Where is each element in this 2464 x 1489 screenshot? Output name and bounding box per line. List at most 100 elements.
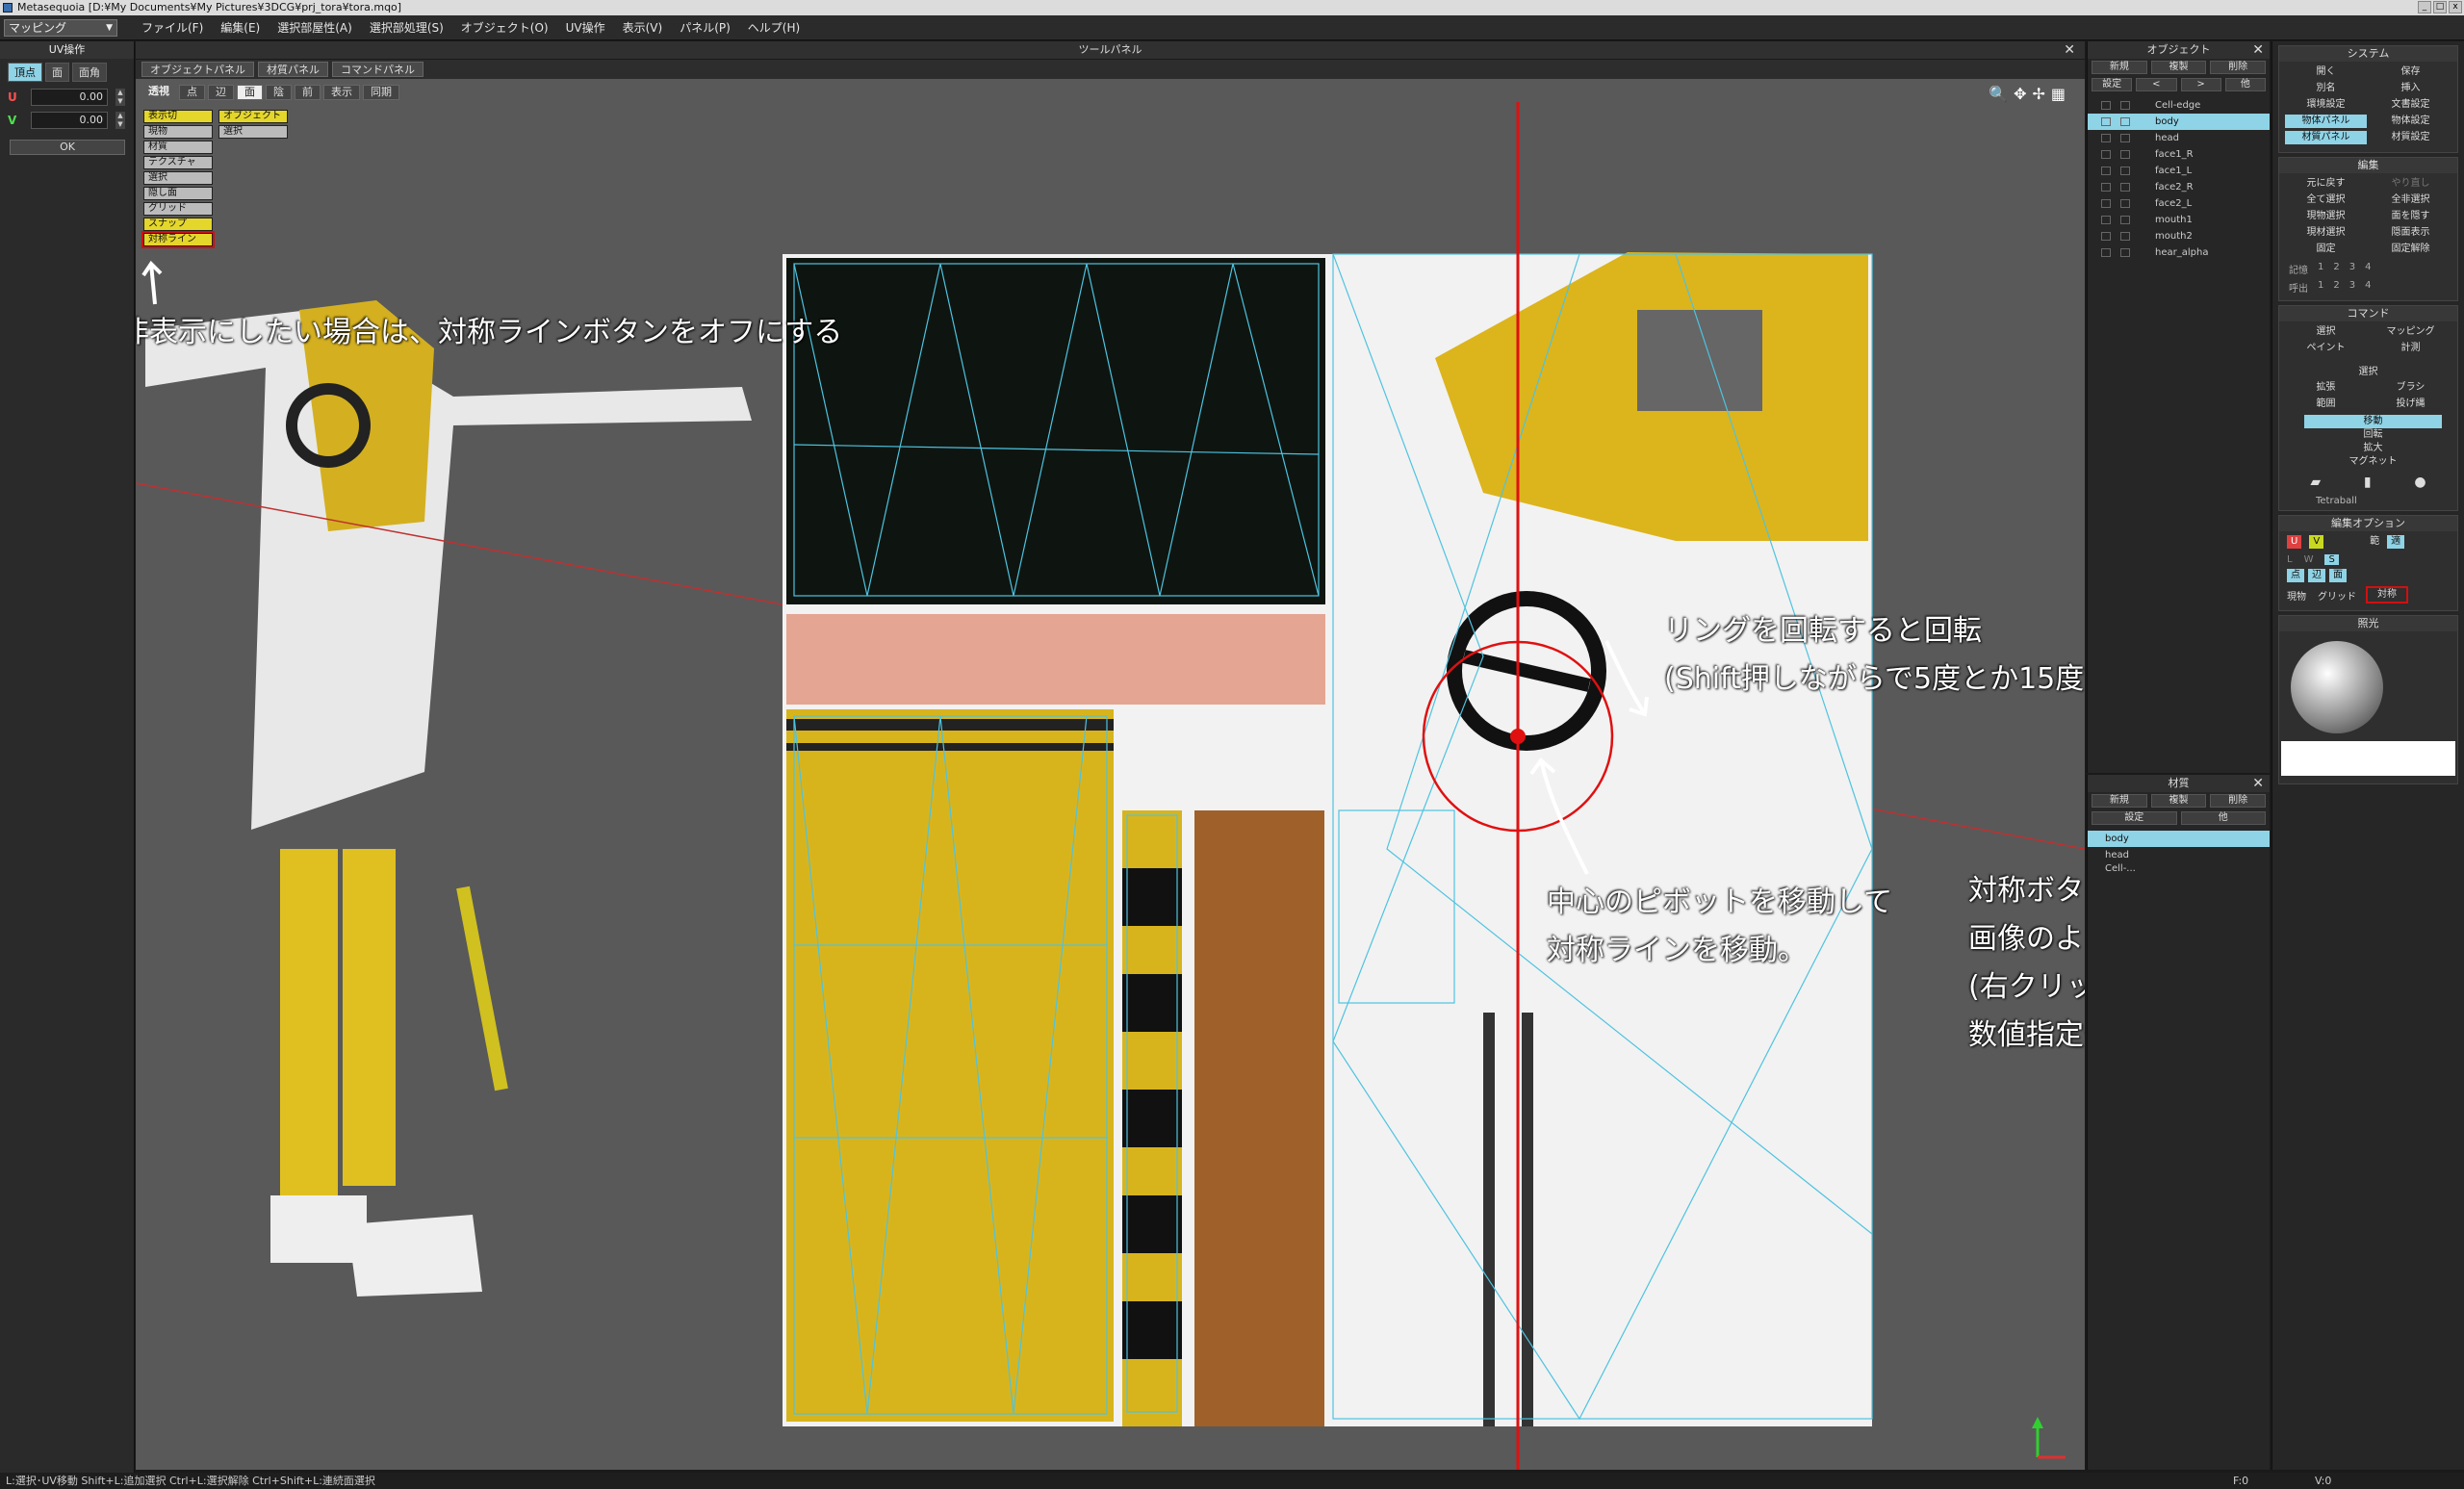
object-other-button[interactable]: 他 <box>2224 78 2266 91</box>
current-object-toggle[interactable]: 現物 <box>2287 588 2306 603</box>
object-duplicate-button[interactable]: 複製 <box>2150 61 2207 74</box>
select-lasso[interactable]: 投げ縄 <box>2370 398 2451 411</box>
select-all-button[interactable]: 全て選択 <box>2285 193 2367 207</box>
memory-slot[interactable]: 3 <box>2349 262 2355 276</box>
command-mapping[interactable]: マッピング <box>2370 325 2451 339</box>
redo-button[interactable]: やり直し <box>2370 177 2451 191</box>
range-toggle[interactable]: 範 <box>2370 535 2379 549</box>
layer-toggle-hidden[interactable]: 隠し面 <box>143 187 213 200</box>
unlock-button[interactable]: 固定解除 <box>2370 243 2451 256</box>
memory-slot[interactable]: 3 <box>2349 280 2355 295</box>
list-item[interactable]: mouth1 <box>2088 212 2270 228</box>
memory-slot[interactable]: 2 <box>2333 280 2339 295</box>
select-range[interactable]: 範囲 <box>2285 398 2367 411</box>
close-button[interactable]: x <box>2449 1 2462 13</box>
layer-toggle-object[interactable]: オブジェクト <box>218 110 288 123</box>
show-hidden-faces-button[interactable]: 隠面表示 <box>2370 226 2451 240</box>
cylinder-shape-icon[interactable]: ▮ <box>2364 475 2372 490</box>
menu-panel[interactable]: パネル(P) <box>671 19 739 36</box>
layer-toggle-texture[interactable]: テクスチャ <box>143 156 213 169</box>
command-rotate[interactable]: 回転 <box>2304 428 2442 442</box>
menu-uv[interactable]: UV操作 <box>557 19 614 36</box>
object-new-button[interactable]: 新規 <box>2092 61 2147 74</box>
menu-view[interactable]: 表示(V) <box>614 19 672 36</box>
list-item[interactable]: mouth2 <box>2088 228 2270 244</box>
list-item[interactable]: Cell-edge <box>2088 97 2270 114</box>
close-icon[interactable]: ✕ <box>2252 775 2264 792</box>
menu-object[interactable]: オブジェクト(O) <box>452 19 557 36</box>
command-measure[interactable]: 計測 <box>2370 342 2451 355</box>
vertex-mode-toggle[interactable]: 点 <box>2287 569 2304 582</box>
v-input[interactable]: 0.00 <box>31 112 108 129</box>
menu-file[interactable]: ファイル(F) <box>133 19 212 36</box>
u-stepper[interactable]: ▲ ▼ <box>116 89 125 106</box>
list-item[interactable]: face1_R <box>2088 146 2270 163</box>
view-btn-shade[interactable]: 陰 <box>266 85 292 100</box>
face-mode-toggle[interactable]: 面 <box>2329 569 2347 582</box>
select-extend[interactable]: 拡張 <box>2285 381 2367 395</box>
list-item[interactable]: body <box>2088 114 2270 130</box>
tab-vertex[interactable]: 頂点 <box>8 63 42 82</box>
preferences-button[interactable]: 環境設定 <box>2285 98 2367 112</box>
select-current-material-button[interactable]: 現材選択 <box>2285 226 2367 240</box>
material-delete-button[interactable]: 削除 <box>2210 794 2267 808</box>
screen-toggle[interactable]: S <box>2324 554 2339 565</box>
command-move[interactable]: 移動 <box>2304 415 2442 428</box>
view-btn-edge[interactable]: 辺 <box>208 85 234 100</box>
list-item[interactable]: face1_L <box>2088 163 2270 179</box>
object-settings-button[interactable]: 物体設定 <box>2370 115 2451 128</box>
list-item[interactable]: head <box>2088 847 2270 863</box>
lock-button[interactable]: 固定 <box>2285 243 2367 256</box>
view-btn-face[interactable]: 面 <box>237 85 263 100</box>
apply-toggle[interactable]: 適 <box>2387 535 2405 549</box>
edge-mode-toggle[interactable]: 辺 <box>2308 569 2325 582</box>
layer-toggle-selection[interactable]: 選択 <box>218 125 288 139</box>
rotate-icon[interactable]: ✢ <box>2032 85 2044 103</box>
light-preview[interactable] <box>2279 631 2457 737</box>
view-btn-front[interactable]: 前 <box>295 85 321 100</box>
object-settings-button[interactable]: 設定 <box>2092 78 2133 91</box>
command-select[interactable]: 選択 <box>2285 325 2367 339</box>
material-panel-button[interactable]: 材質パネル <box>258 62 328 77</box>
light-color-swatch[interactable] <box>2281 741 2455 776</box>
menu-selection-proc[interactable]: 選択部処理(S) <box>361 19 452 36</box>
memory-slot[interactable]: 1 <box>2318 262 2323 276</box>
symmetry-line-toggle[interactable]: 対称ライン <box>141 231 215 248</box>
zoom-icon[interactable]: 🔍 <box>1989 85 2008 103</box>
close-icon[interactable]: ✕ <box>2252 41 2264 59</box>
list-item[interactable]: Cell-... <box>2088 863 2270 875</box>
layer-toggle-display[interactable]: 表示切 <box>143 110 213 123</box>
layer-toggle-grid[interactable]: グリッド <box>143 202 213 216</box>
list-item[interactable]: body <box>2088 831 2270 847</box>
material-settings-button[interactable]: 材質設定 <box>2370 131 2451 144</box>
object-panel-button[interactable]: オブジェクトパネル <box>141 62 254 77</box>
material-panel-toggle[interactable]: 材質パネル <box>2285 131 2367 144</box>
object-prev-button[interactable]: < <box>2136 78 2177 91</box>
command-paint[interactable]: ペイント <box>2285 342 2367 355</box>
material-duplicate-button[interactable]: 複製 <box>2150 794 2207 808</box>
insert-button[interactable]: 挿入 <box>2370 82 2451 95</box>
view-btn-display[interactable]: 表示 <box>323 85 360 100</box>
view-btn-sync[interactable]: 同期 <box>363 85 399 100</box>
list-item[interactable]: face2_L <box>2088 195 2270 212</box>
tab-face-angle[interactable]: 面角 <box>72 63 107 82</box>
menu-help[interactable]: ヘルプ(H) <box>739 19 808 36</box>
uv-viewport[interactable]: 透視 点 辺 面 陰 前 表示 同期 表示切 現物 材質 テクスチャ 選択 隠し… <box>136 79 2085 1470</box>
view-btn-vertex[interactable]: 点 <box>179 85 205 100</box>
sphere-shape-icon[interactable]: ● <box>2414 475 2426 490</box>
layer-toggle-select[interactable]: 選択 <box>143 171 213 185</box>
command-panel-button[interactable]: コマンドパネル <box>332 62 424 77</box>
object-next-button[interactable]: > <box>2180 78 2221 91</box>
material-other-button[interactable]: 他 <box>2180 811 2266 825</box>
undo-button[interactable]: 元に戻す <box>2285 177 2367 191</box>
save-button[interactable]: 保存 <box>2370 65 2451 79</box>
list-item[interactable]: hear_alpha <box>2088 244 2270 261</box>
memory-slot[interactable]: 2 <box>2333 262 2339 276</box>
list-item[interactable]: head <box>2088 130 2270 146</box>
layer-toggle-current[interactable]: 現物 <box>143 125 213 139</box>
maximize-button[interactable]: □ <box>2433 1 2447 13</box>
menu-edit[interactable]: 編集(E) <box>212 19 269 36</box>
tab-face[interactable]: 面 <box>45 63 69 82</box>
hide-faces-button[interactable]: 面を隠す <box>2370 210 2451 223</box>
pivot-handle[interactable] <box>1510 729 1526 744</box>
